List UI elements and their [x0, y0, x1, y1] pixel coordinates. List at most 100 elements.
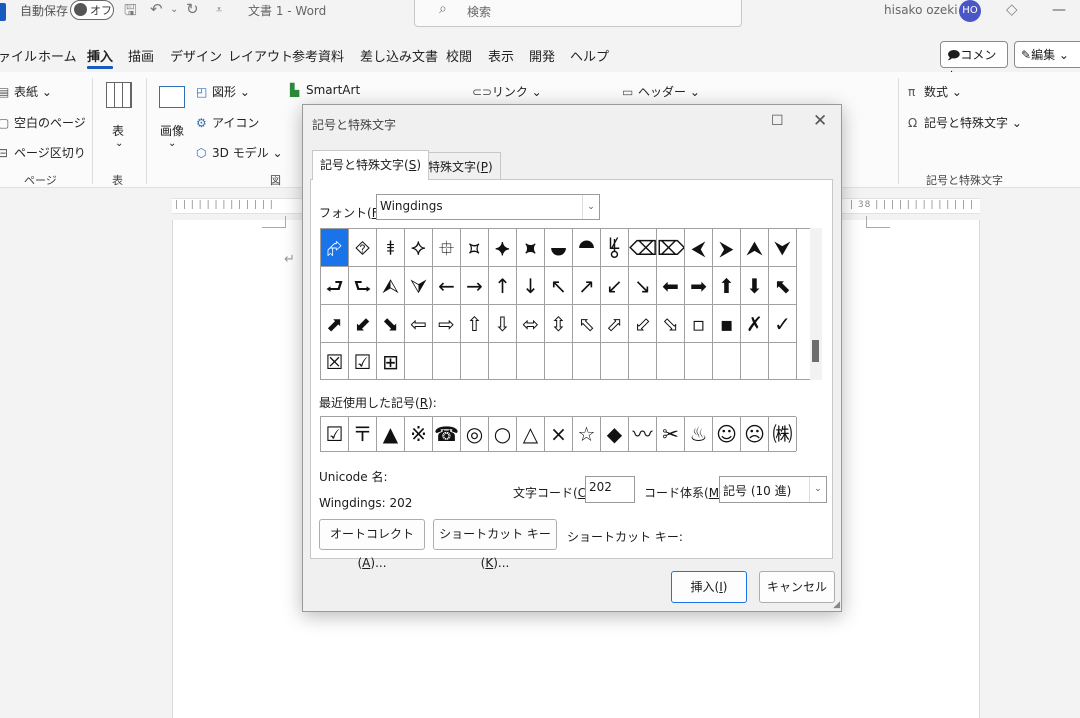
- user-name[interactable]: hisako ozeki: [884, 3, 958, 17]
- symbol-cell[interactable]: ⮛: [405, 267, 433, 305]
- recent-symbol-cell[interactable]: 〰: [629, 417, 657, 451]
- symbol-cell[interactable]: ⇧: [461, 305, 489, 343]
- recent-symbol-cell[interactable]: ☆: [573, 417, 601, 451]
- recent-symbol-cell[interactable]: ◎: [461, 417, 489, 451]
- char-code-input[interactable]: 202: [585, 476, 635, 503]
- smartart-button[interactable]: ▙ SmartArt: [290, 83, 360, 97]
- symbol-cell[interactable]: ⊞: [377, 343, 405, 380]
- symbol-cell[interactable]: ⬇: [741, 267, 769, 305]
- 3d-models-button[interactable]: ⬡ 3D モデル ⌄: [196, 144, 283, 161]
- symbol-cell[interactable]: ⬊: [377, 305, 405, 343]
- symbol-cell[interactable]: ⬈: [321, 305, 349, 343]
- symbol-cell[interactable]: ↘: [629, 267, 657, 305]
- symbol-cell[interactable]: ⇳: [545, 305, 573, 343]
- symbol-cell[interactable]: ⬄: [517, 305, 545, 343]
- cancel-button[interactable]: キャンセル: [759, 571, 835, 603]
- save-icon[interactable]: 🖫: [124, 0, 137, 25]
- recent-symbol-cell[interactable]: ◆: [601, 417, 629, 451]
- symbol-cell[interactable]: ⯐: [433, 229, 461, 267]
- table-icon[interactable]: [106, 82, 132, 108]
- tab-layout[interactable]: レイアウト: [228, 46, 293, 65]
- symbol-cell[interactable]: →: [461, 267, 489, 305]
- tab-home[interactable]: ホーム: [38, 46, 77, 65]
- symbol-cell[interactable]: ⮑: [349, 267, 377, 305]
- insert-button[interactable]: 挿入(I): [671, 571, 747, 603]
- symbol-cell[interactable]: ↙: [601, 267, 629, 305]
- symbol-cell[interactable]: ⮐: [321, 267, 349, 305]
- resize-grip-icon[interactable]: ◢: [833, 600, 840, 610]
- avatar[interactable]: HO: [959, 0, 981, 22]
- recent-symbol-cell[interactable]: ㈱: [769, 417, 797, 451]
- edit-button[interactable]: ✎編集 ⌄: [1014, 41, 1080, 68]
- symbol-cell[interactable]: ⮞: [713, 229, 741, 267]
- symbol-cell[interactable]: [713, 343, 741, 380]
- symbol-cell[interactable]: [601, 343, 629, 380]
- symbol-cell-selected[interactable]: ⮳: [321, 229, 349, 267]
- shortcut-key-button[interactable]: ショートカット キー(K)...: [433, 519, 557, 570]
- tab-design[interactable]: デザイン: [170, 46, 222, 65]
- tab-view[interactable]: 表示: [488, 46, 514, 65]
- tab-mailings[interactable]: 差し込み文書: [360, 46, 438, 65]
- font-select[interactable]: Wingdings ⌄: [376, 194, 600, 220]
- symbol-cell[interactable]: [461, 343, 489, 380]
- symbol-cell[interactable]: ⬀: [601, 305, 629, 343]
- recent-symbol-cell[interactable]: ×: [545, 417, 573, 451]
- symbol-cell[interactable]: ⬅: [657, 267, 685, 305]
- symbol-cell[interactable]: ⬁: [573, 305, 601, 343]
- cover-page-button[interactable]: ▤ 表紙 ⌄: [0, 83, 52, 100]
- autosave-toggle[interactable]: オフ: [70, 0, 114, 20]
- symbol-cell[interactable]: ⮜: [685, 229, 713, 267]
- recent-symbol-cell[interactable]: ✂: [657, 417, 685, 451]
- tab-help[interactable]: ヘルプ: [570, 46, 609, 65]
- recent-symbol-cell[interactable]: ☹: [741, 417, 769, 451]
- symbol-cell[interactable]: ▪: [713, 305, 741, 343]
- symbol-cell[interactable]: [573, 343, 601, 380]
- symbol-cell[interactable]: ⬂: [657, 305, 685, 343]
- symbol-cell[interactable]: ⯍: [517, 229, 545, 267]
- symbol-cell[interactable]: ✗: [741, 305, 769, 343]
- recent-symbol-cell[interactable]: △: [517, 417, 545, 451]
- symbol-grid-scrollbar[interactable]: [810, 228, 822, 380]
- recent-symbol-cell[interactable]: ☑: [321, 417, 349, 451]
- tab-special-chars[interactable]: 特殊文字(P): [420, 152, 501, 180]
- symbol-cell[interactable]: [769, 343, 797, 380]
- symbol-button[interactable]: Ω 記号と特殊文字 ⌄: [908, 114, 1022, 131]
- customize-qat-icon[interactable]: ⩡: [216, 3, 222, 17]
- undo-icon[interactable]: ↶: [150, 0, 163, 18]
- symbol-cell[interactable]: [405, 343, 433, 380]
- scroll-thumb[interactable]: [812, 340, 819, 362]
- icons-button[interactable]: ⚙ アイコン: [196, 114, 259, 131]
- symbol-cell[interactable]: ▫: [685, 305, 713, 343]
- minimize-icon[interactable]: —: [1052, 2, 1066, 18]
- tab-symbols[interactable]: 記号と特殊文字(S): [312, 150, 429, 180]
- chevron-down-icon[interactable]: ⌄: [809, 477, 826, 502]
- tab-draw[interactable]: 描画: [128, 46, 154, 65]
- symbol-cell[interactable]: ⮟: [769, 229, 797, 267]
- symbol-cell[interactable]: ⯊: [573, 229, 601, 267]
- symbol-cell[interactable]: ⬉: [769, 267, 797, 305]
- chevron-down-icon[interactable]: ⌄: [582, 195, 599, 219]
- recent-symbol-cell[interactable]: ○: [489, 417, 517, 451]
- close-icon[interactable]: ✕: [813, 111, 827, 131]
- symbol-cell[interactable]: ⬋: [349, 305, 377, 343]
- recent-symbol-cell[interactable]: ▲: [377, 417, 405, 451]
- symbol-cell[interactable]: ⮝: [741, 229, 769, 267]
- symbol-cell[interactable]: ↖: [545, 267, 573, 305]
- symbol-cell[interactable]: [517, 343, 545, 380]
- symbol-cell[interactable]: ⯎: [405, 229, 433, 267]
- symbol-cell[interactable]: [685, 343, 713, 380]
- equation-button[interactable]: π 数式 ⌄: [908, 83, 962, 100]
- picture-icon[interactable]: [159, 86, 185, 108]
- symbol-cell[interactable]: ⮙: [377, 267, 405, 305]
- recent-symbol-cell[interactable]: ☎: [433, 417, 461, 451]
- autocorrect-button[interactable]: オートコレクト(A)...: [319, 519, 425, 570]
- undo-dropdown-icon[interactable]: ⌄: [170, 4, 178, 15]
- picture-dropdown-icon[interactable]: ⌄: [168, 138, 176, 149]
- symbol-cell[interactable]: ↗: [573, 267, 601, 305]
- header-button[interactable]: ▭ ヘッダー ⌄: [622, 83, 700, 100]
- table-label[interactable]: 表: [112, 122, 124, 139]
- symbol-cell[interactable]: ✓: [769, 305, 797, 343]
- symbol-cell[interactable]: [629, 343, 657, 380]
- shapes-button[interactable]: ◰ 図形 ⌄: [196, 83, 250, 100]
- tab-references[interactable]: 参考資料: [292, 46, 344, 65]
